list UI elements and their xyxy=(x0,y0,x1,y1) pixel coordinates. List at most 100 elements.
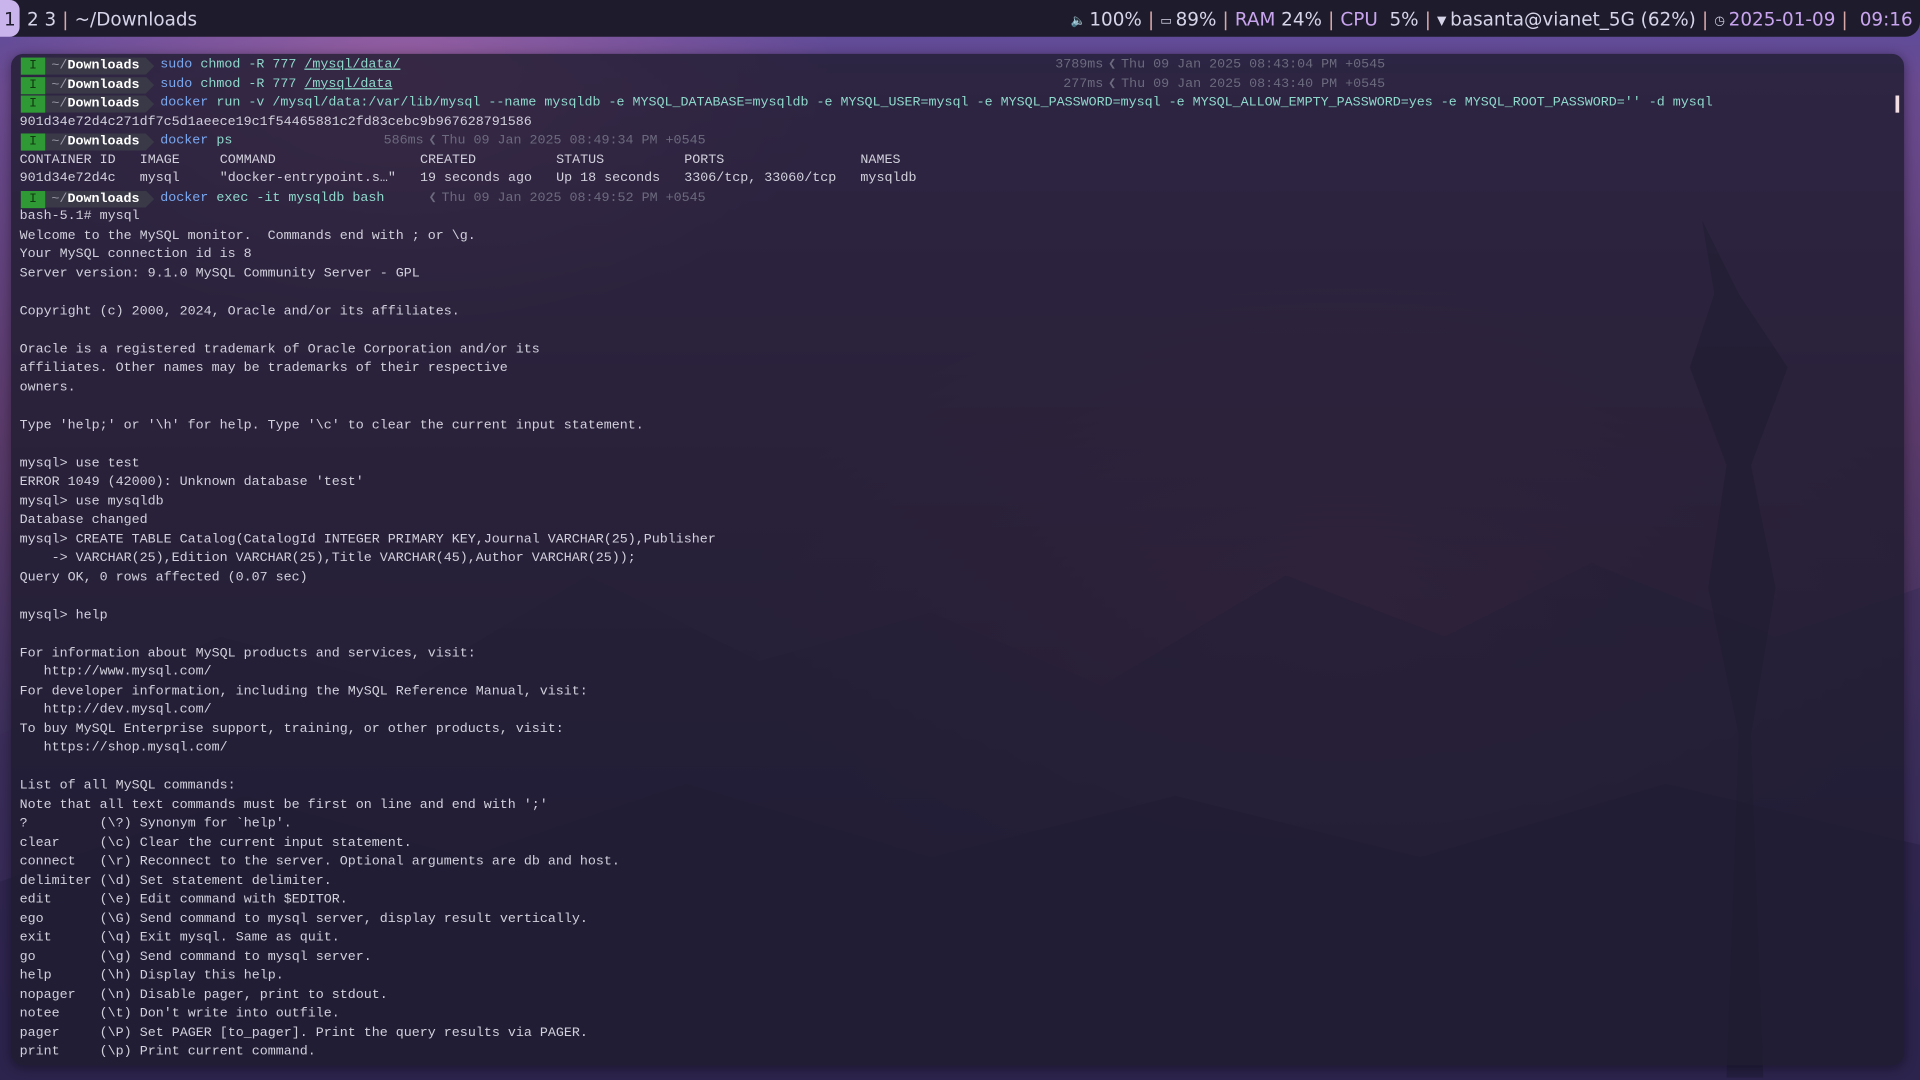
command-description: Disable pager, print to stdout. xyxy=(139,987,388,1003)
separator: | xyxy=(1328,8,1335,31)
help-command-row: ego (\G) Send command to mysql server, di… xyxy=(20,910,1892,929)
command-name: sudo xyxy=(160,57,193,73)
status-bar: 1 2 3 | ~/Downloads 🔈 100% | ▭ 89% | RAM 24% | CPU… xyxy=(0,0,1920,37)
command-shortcut: (\t) xyxy=(99,1006,132,1022)
terminal-scrollbar[interactable] xyxy=(1895,95,1900,113)
command-description: Print current command. xyxy=(139,1044,316,1060)
help-command-row: connect (\r) Reconnect to the server. Opt… xyxy=(20,853,1892,872)
prompt-mode-indicator: I xyxy=(20,133,46,151)
command-name: exit xyxy=(19,930,52,946)
help-command-row: print (\p) Print current command. xyxy=(20,1043,1892,1062)
command-name: connect xyxy=(19,854,76,870)
cpu-value: 5% xyxy=(1389,8,1419,31)
duration: 586ms xyxy=(383,133,424,149)
command-description: Synonym for `help'. xyxy=(139,816,292,832)
command-description: Edit command with $EDITOR. xyxy=(139,892,348,908)
column-header: CREATED xyxy=(420,152,477,168)
command-description: Send command to mysql server. xyxy=(139,949,372,965)
prompt-line: I ~/Downloads docker exec -it mysqldb bash… xyxy=(20,189,1892,208)
help-command-row: nopager (\n) Disable pager, print to stdo… xyxy=(20,986,1892,1005)
command-shortcut: (\n) xyxy=(99,987,132,1003)
time-value[interactable]: 09:16 xyxy=(1860,9,1913,31)
output-line: owners. xyxy=(19,380,76,395)
command-name: ego xyxy=(19,911,44,927)
table-cell: 901d34e72d4c xyxy=(19,171,116,187)
battery-icon: ▭ xyxy=(1160,14,1172,29)
help-command-row: delimiter (\d) Set statement delimiter. xyxy=(20,872,1892,891)
directory-name: Downloads xyxy=(67,191,140,207)
separator: | xyxy=(1148,8,1155,31)
output-line: For information about MySQL products and… xyxy=(19,645,476,661)
help-command-row: go (\g) Send command to mysql server. xyxy=(20,948,1892,967)
command-name: docker xyxy=(160,95,209,111)
terminal-output: I ~/Downloads sudo chmod -R 777 /mysql/dat… xyxy=(20,56,1892,1062)
command-args: chmod -R 777 xyxy=(192,57,305,73)
command-shortcut: (\q) xyxy=(99,930,132,946)
date-value[interactable]: 2025-01-09 xyxy=(1729,9,1836,31)
wifi-icon[interactable]: ▼ xyxy=(1437,15,1446,28)
command-description: Reconnect to the server. Optional argume… xyxy=(139,854,620,870)
command-description: Clear the current input statement. xyxy=(139,835,412,851)
battery-value: 89% xyxy=(1175,8,1217,31)
directory-name: Downloads xyxy=(67,77,140,93)
command-shortcut: (\d) xyxy=(99,873,132,889)
prompt-line: I ~/Downloads docker ps 586ms ❮ Thu 09 Jan 20… xyxy=(20,132,1892,151)
workspace-1-button[interactable]: 1 xyxy=(0,0,20,37)
timestamp: Thu 09 Jan 2025 08:49:34 PM +0545 xyxy=(441,133,706,149)
volume-value[interactable]: 100% xyxy=(1089,9,1142,31)
prompt-directory: ~/Downloads xyxy=(45,133,154,150)
speaker-icon[interactable]: 🔈 xyxy=(1070,15,1085,28)
command-args: chmod -R 777 xyxy=(192,76,305,92)
table-cell: mysqldb xyxy=(860,171,917,187)
window-title: ~/Downloads xyxy=(74,8,198,31)
workspace-2-button[interactable]: 2 xyxy=(27,9,39,31)
wifi-value[interactable]: basanta@vianet_5G (62%) xyxy=(1450,9,1696,31)
command-name: help xyxy=(19,968,52,984)
help-command-row: exit (\q) Exit mysql. Same as quit. xyxy=(20,929,1892,948)
command-shortcut: (\e) xyxy=(99,892,132,908)
directory-prefix: ~/ xyxy=(51,77,68,93)
terminal-window[interactable]: I ~/Downloads sudo chmod -R 777 /mysql/dat… xyxy=(11,53,1905,1066)
system-tray: 🔈 100% | ▭ 89% | RAM 24% | CPU 5% | ▼ basanta@viane… xyxy=(1070,0,1912,42)
separator: | xyxy=(1424,8,1431,31)
directory-name: Downloads xyxy=(67,96,140,112)
command-name: docker xyxy=(160,190,209,206)
table-cell: 3306/tcp, 33060/tcp xyxy=(684,171,837,187)
output-line: https://shop.mysql.com/ xyxy=(19,740,228,756)
command-name: ? xyxy=(19,816,28,832)
help-command-row: help (\h) Display this help. xyxy=(20,967,1892,986)
command-timing: 3789ms ❮ Thu 09 Jan 2025 08:43:04 PM +0545 xyxy=(1055,56,1385,75)
command-shortcut: (\p) xyxy=(99,1044,132,1060)
directory-name: Downloads xyxy=(67,58,140,74)
command-description: Send command to mysql server, display re… xyxy=(139,911,588,927)
desktop: 1 2 3 | ~/Downloads 🔈 100% | ▭ 89% | RAM 24% | CPU… xyxy=(0,0,1920,1080)
table-cell: 19 seconds ago xyxy=(420,171,533,187)
prompt-mode-indicator: I xyxy=(20,76,46,94)
chevron-icon: ❮ xyxy=(428,190,437,206)
help-command-row: pager (\P) Set PAGER [to_pager]. Print th… xyxy=(20,1024,1892,1043)
output-line: Welcome to the MySQL monitor. Commands e… xyxy=(19,228,476,244)
help-command-row: ? (\?) Synonym for `help'. xyxy=(20,816,1892,835)
column-header: CONTAINER ID xyxy=(19,152,116,168)
output-line: mysql> help xyxy=(19,607,108,623)
output-line: Database changed xyxy=(19,513,148,528)
output-line: http://www.mysql.com/ xyxy=(19,664,212,680)
path-link[interactable]: /mysql/data xyxy=(304,77,392,92)
prompt-mode-indicator: I xyxy=(20,95,46,113)
path-link[interactable]: /mysql/data/ xyxy=(304,58,400,73)
prompt-line: I ~/Downloads sudo chmod -R 777 /mysql/dat… xyxy=(20,56,1892,75)
separator: | xyxy=(1841,8,1848,31)
prompt-directory: ~/Downloads xyxy=(45,58,154,75)
command-name: docker xyxy=(160,133,209,149)
command-args: run -v /mysql/data:/var/lib/mysql --name… xyxy=(208,95,1713,111)
output-line: For developer information, including the… xyxy=(19,683,588,699)
output-line: Type 'help;' or '\h' for help. Type '\c'… xyxy=(19,418,644,433)
workspace-3-button[interactable]: 3 xyxy=(44,9,56,31)
command-args: exec -it mysqldb bash xyxy=(208,190,385,206)
output-line: Query OK, 0 rows affected (0.07 sec) xyxy=(19,570,308,585)
